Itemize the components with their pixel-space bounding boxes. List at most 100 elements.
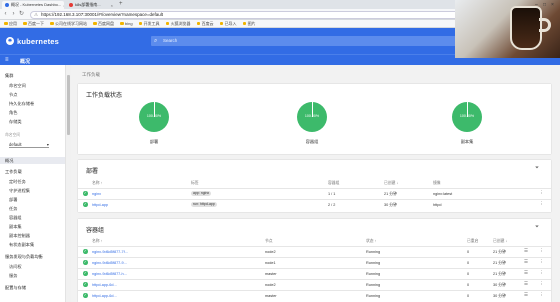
node-name: node2 <box>265 250 276 254</box>
kubernetes-favicon-icon <box>5 3 9 7</box>
column-header-status[interactable]: 状态 ↑ <box>366 239 377 244</box>
bookmark-item[interactable]: bing <box>120 21 133 26</box>
more-actions-icon[interactable]: ⋮ <box>539 292 544 298</box>
tab-dashboard[interactable]: 概况 - Kubernetes Dashbo... × <box>2 1 64 9</box>
bookmark-item[interactable]: 公司在线学习网站 <box>50 21 87 27</box>
sidebar-item-cronjobs[interactable]: 定时任务 <box>9 179 26 185</box>
sidebar-scrollbar-thumb[interactable] <box>67 75 70 135</box>
sidebar-item-workloads[interactable]: 工作负载 <box>5 169 22 175</box>
bookmark-item[interactable]: 火狐浏览器 <box>165 21 191 27</box>
sidebar-item-ingresses[interactable]: 访问权 <box>9 264 22 270</box>
divider <box>78 268 551 269</box>
logs-icon[interactable]: ☰ <box>524 270 528 276</box>
more-actions-icon[interactable]: ⋮ <box>539 248 544 254</box>
deployments-status-chart[interactable]: 100.00% <box>139 102 169 132</box>
filter-icon[interactable]: ⏷ <box>535 165 539 171</box>
column-header-name[interactable]: 名称 ↑ <box>92 181 103 186</box>
column-header-name[interactable]: 名称 ↑ <box>92 239 103 244</box>
sidebar-item-namespaces[interactable]: 命名空间 <box>9 83 26 89</box>
sidebar-item-deployments[interactable]: 部署 <box>9 197 17 203</box>
logs-icon[interactable]: ☰ <box>524 259 528 265</box>
more-actions-icon[interactable]: ⋮ <box>539 190 544 196</box>
close-icon[interactable]: × <box>551 2 554 8</box>
sidebar-item-jobs[interactable]: 任务 <box>9 206 17 212</box>
bookmark-item[interactable]: 百度云 <box>196 21 214 27</box>
created-age: 21 分钟 <box>384 192 397 196</box>
search-input[interactable]: ⌕ Search <box>151 36 503 46</box>
sidebar-item-overview[interactable]: 概况 <box>0 157 65 164</box>
deployment-name-link[interactable]: nginx <box>92 192 101 196</box>
replicasets-status-chart[interactable]: 100.00% <box>452 102 482 132</box>
pods-count: 2 / 2 <box>328 203 336 207</box>
card-title: 容器组 <box>86 228 105 234</box>
bookmark-item[interactable]: 百度网盘 <box>93 21 114 27</box>
new-tab-button[interactable]: + <box>119 1 123 7</box>
more-actions-icon[interactable]: ⋮ <box>539 270 544 276</box>
sidebar-item-persistent-volumes[interactable]: 持久化存储卷 <box>9 101 34 107</box>
coffee-cup-image <box>510 6 542 50</box>
pod-name-link[interactable]: nginx-9d6d5f877-h... <box>92 272 127 276</box>
created-age: 30 分钟 <box>384 203 397 207</box>
sidebar-item-daemonsets[interactable]: 守护进程集 <box>9 188 30 194</box>
pods-card: 容器组 ⏷ 名称 ↑ 节点 状态 ↑ 已重启 已创建 ↓ ✓ nginx-9d6… <box>78 219 551 302</box>
bookmark-item[interactable]: 应用 <box>4 21 17 27</box>
pods-status-chart[interactable]: 100.00% <box>297 102 327 132</box>
namespace-select[interactable]: default ▾ <box>9 142 49 148</box>
status-ok-icon: ✓ <box>83 271 88 276</box>
logs-icon[interactable]: ☰ <box>524 281 528 287</box>
brand-name[interactable]: kubernetes <box>17 37 59 46</box>
pod-name-link[interactable]: httpd-app-6d... <box>92 283 117 287</box>
sidebar-item-storage-classes[interactable]: 存储类 <box>9 119 22 125</box>
bookmark-item[interactable]: 已导入 <box>219 21 237 27</box>
pod-name-link[interactable]: httpd-app-6d... <box>92 294 117 298</box>
column-header-restarts: 已重启 <box>467 239 479 243</box>
pod-name-link[interactable]: nginx-9d6d5f877-9... <box>92 261 127 265</box>
kubernetes-logo-icon[interactable]: ⎈ <box>6 37 14 45</box>
column-header-created[interactable]: 已创建 ↓ <box>384 181 398 186</box>
back-icon[interactable]: ‹ <box>2 11 9 18</box>
sidebar-item-replicasets[interactable]: 副本集 <box>9 224 22 230</box>
filter-icon[interactable]: ⏷ <box>535 224 539 230</box>
bookmark-item[interactable]: 图片 <box>242 21 256 27</box>
close-icon[interactable]: × <box>63 3 64 8</box>
sidebar-item-discovery[interactable]: 服务发现与负载均衡 <box>5 254 43 260</box>
reload-icon[interactable]: ↻ <box>18 11 25 18</box>
more-actions-icon[interactable]: ⋮ <box>539 259 544 265</box>
chart-label: 容器组 <box>305 139 319 144</box>
bookmark-item[interactable]: 百度一下 <box>23 21 44 27</box>
folder-icon <box>93 21 97 26</box>
chart-label: 部署 <box>149 139 159 144</box>
sidebar-item-nodes[interactable]: 节点 <box>9 92 17 98</box>
chevron-down-icon: ▾ <box>46 142 49 147</box>
deployment-name-link[interactable]: httpd-app <box>92 203 108 207</box>
sidebar-item-replication-controllers[interactable]: 副本控制器 <box>9 233 30 239</box>
page-title: 概况 <box>20 58 31 65</box>
folder-icon <box>219 21 224 26</box>
sidebar-item-statefulsets[interactable]: 有状态副本集 <box>9 242 34 248</box>
close-icon[interactable]: × <box>111 3 113 8</box>
minimize-icon[interactable]: – <box>535 2 538 8</box>
url-input[interactable]: ⚠ https://192.168.3.107:30001/#!/overvie… <box>30 10 470 19</box>
maximize-icon[interactable]: □ <box>543 2 546 8</box>
folder-icon <box>165 21 170 26</box>
sidebar-item-pods[interactable]: 容器组 <box>9 215 22 221</box>
divider <box>78 188 551 189</box>
restart-count: 0 <box>467 261 470 265</box>
sidebar-item-services[interactable]: 服务 <box>9 273 17 279</box>
more-actions-icon[interactable]: ⋮ <box>539 281 544 287</box>
pod-name-link[interactable]: nginx-9d6d5f877-7f... <box>92 250 128 254</box>
pod-status: Running <box>366 283 381 287</box>
bookmark-item[interactable]: 开发工具 <box>138 21 160 27</box>
logs-icon[interactable]: ☰ <box>524 292 528 298</box>
sidebar-item-roles[interactable]: 角色 <box>9 110 17 116</box>
forward-icon[interactable]: › <box>10 11 17 18</box>
sidebar-item-config-storage[interactable]: 配置与存储 <box>5 285 26 291</box>
menu-icon[interactable]: ≡ <box>5 57 9 63</box>
logs-icon[interactable]: ☰ <box>524 248 528 254</box>
divider <box>78 279 551 280</box>
tab-k8s-guide[interactable]: k8s部署指南... × <box>66 1 116 9</box>
column-header-created[interactable]: 已创建 ↓ <box>493 239 507 244</box>
sidebar-item-cluster[interactable]: 集群 <box>5 73 13 79</box>
chart-percent: 100.00% <box>459 113 475 118</box>
more-actions-icon[interactable]: ⋮ <box>539 201 544 207</box>
